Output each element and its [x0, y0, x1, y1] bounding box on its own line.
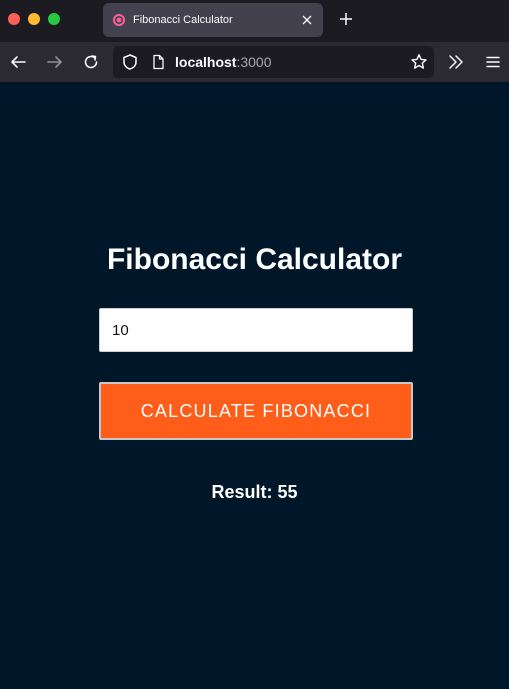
- hamburger-menu-icon[interactable]: [484, 53, 502, 71]
- target-favicon-icon: [113, 14, 125, 26]
- star-icon[interactable]: [410, 53, 428, 71]
- close-icon[interactable]: [299, 12, 315, 28]
- tab-title: Fibonacci Calculator: [133, 14, 233, 26]
- browser-tab-active[interactable]: Fibonacci Calculator: [103, 3, 323, 37]
- window-close-button[interactable]: [8, 13, 20, 25]
- url-port: :3000: [236, 54, 272, 70]
- number-input[interactable]: [99, 308, 413, 352]
- result-text: Result: 55: [211, 482, 298, 502]
- page-icon[interactable]: [150, 54, 166, 70]
- chevrons-right-icon[interactable]: [447, 53, 465, 71]
- calculate-fibonacci-button[interactable]: CALCULATE FIBONACCI: [99, 382, 413, 440]
- page-title: Fibonacci Calculator: [106, 243, 403, 276]
- window-minimize-button[interactable]: [28, 13, 40, 25]
- reload-icon[interactable]: [82, 53, 100, 71]
- window-maximize-button[interactable]: [48, 13, 60, 25]
- browser-titlebar: Fibonacci Calculator: [0, 0, 509, 42]
- url-bar[interactable]: localhost:3000: [113, 46, 434, 78]
- url-host: localhost: [175, 54, 237, 70]
- page-content: Fibonacci Calculator CALCULATE FIBONACCI…: [0, 82, 509, 689]
- url-text[interactable]: localhost:3000: [175, 54, 272, 70]
- browser-navbar: localhost:3000: [0, 42, 509, 82]
- shield-icon[interactable]: [121, 53, 139, 71]
- plus-icon[interactable]: [338, 11, 354, 27]
- arrow-left-icon[interactable]: [9, 53, 27, 71]
- arrow-right-icon[interactable]: [46, 53, 64, 71]
